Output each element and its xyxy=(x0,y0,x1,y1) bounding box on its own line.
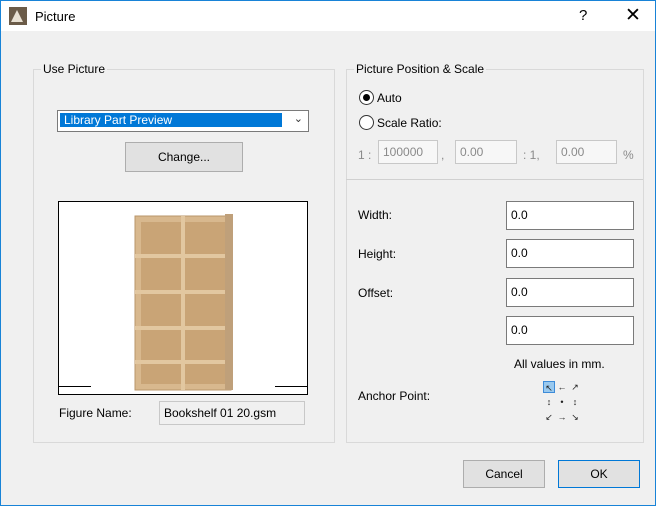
height-field[interactable]: 0.0 xyxy=(506,239,634,268)
position-scale-title: Picture Position & Scale xyxy=(354,62,487,76)
ratio-comma: , xyxy=(441,148,445,162)
help-button[interactable]: ? xyxy=(579,7,587,24)
picture-source-dropdown[interactable]: Library Part Preview ⌄ xyxy=(57,110,309,132)
anchor-center[interactable]: • xyxy=(556,396,568,408)
scale-y-field[interactable]: 0.00 xyxy=(556,140,617,164)
ratio-field[interactable]: 100000 xyxy=(378,140,438,164)
bookshelf-image xyxy=(59,214,307,391)
anchor-top-right[interactable]: ↗ xyxy=(569,381,581,393)
anchor-bottom-right[interactable]: ↘ xyxy=(569,411,581,423)
auto-label[interactable]: Auto xyxy=(377,91,402,105)
close-icon[interactable]: ✕ xyxy=(625,4,641,27)
width-label: Width: xyxy=(358,208,393,222)
section-divider xyxy=(346,179,643,180)
anchor-top-left[interactable]: ↖ xyxy=(543,381,555,393)
use-picture-title: Use Picture xyxy=(41,62,108,76)
ratio-prefix: 1 : xyxy=(358,148,372,162)
picture-preview xyxy=(58,201,308,395)
chevron-down-icon: ⌄ xyxy=(293,113,303,125)
window-title: Picture xyxy=(35,9,76,24)
title-bar: Picture ? ✕ xyxy=(1,1,655,31)
offset-label: Offset: xyxy=(358,286,394,300)
dropdown-selected-value: Library Part Preview xyxy=(60,113,282,127)
offset-x-field[interactable]: 0.0 xyxy=(506,278,634,307)
scale-ratio-radio[interactable] xyxy=(359,115,374,130)
scale-ratio-label[interactable]: Scale Ratio: xyxy=(377,116,442,130)
units-note: All values in mm. xyxy=(514,357,605,371)
anchor-middle-left[interactable]: ↕ xyxy=(543,396,555,408)
change-button[interactable]: Change... xyxy=(125,142,243,172)
auto-radio[interactable] xyxy=(359,90,374,105)
app-icon xyxy=(9,7,27,25)
figure-name-label: Figure Name: xyxy=(59,406,132,420)
offset-y-field[interactable]: 0.0 xyxy=(506,316,634,345)
cancel-button[interactable]: Cancel xyxy=(463,460,545,488)
percent-label: % xyxy=(623,148,634,162)
ok-button[interactable]: OK xyxy=(558,460,640,488)
picture-dialog: Picture ? ✕ Use Picture Library Part Pre… xyxy=(0,0,656,506)
figure-name-field: Bookshelf 01 20.gsm xyxy=(159,401,305,425)
ratio-mid-label: : 1, xyxy=(523,148,540,162)
anchor-top-center[interactable]: ← xyxy=(556,381,568,393)
anchor-bottom-center[interactable]: → xyxy=(556,411,568,423)
scale-x-field[interactable]: 0.00 xyxy=(455,140,517,164)
anchor-point-label: Anchor Point: xyxy=(358,389,431,403)
anchor-point-grid[interactable]: ↖ ← ↗ ↕ • ↕ ↙ → ↘ xyxy=(541,379,583,425)
width-field[interactable]: 0.0 xyxy=(506,201,634,230)
anchor-bottom-left[interactable]: ↙ xyxy=(543,411,555,423)
anchor-middle-right[interactable]: ↕ xyxy=(569,396,581,408)
height-label: Height: xyxy=(358,247,397,261)
